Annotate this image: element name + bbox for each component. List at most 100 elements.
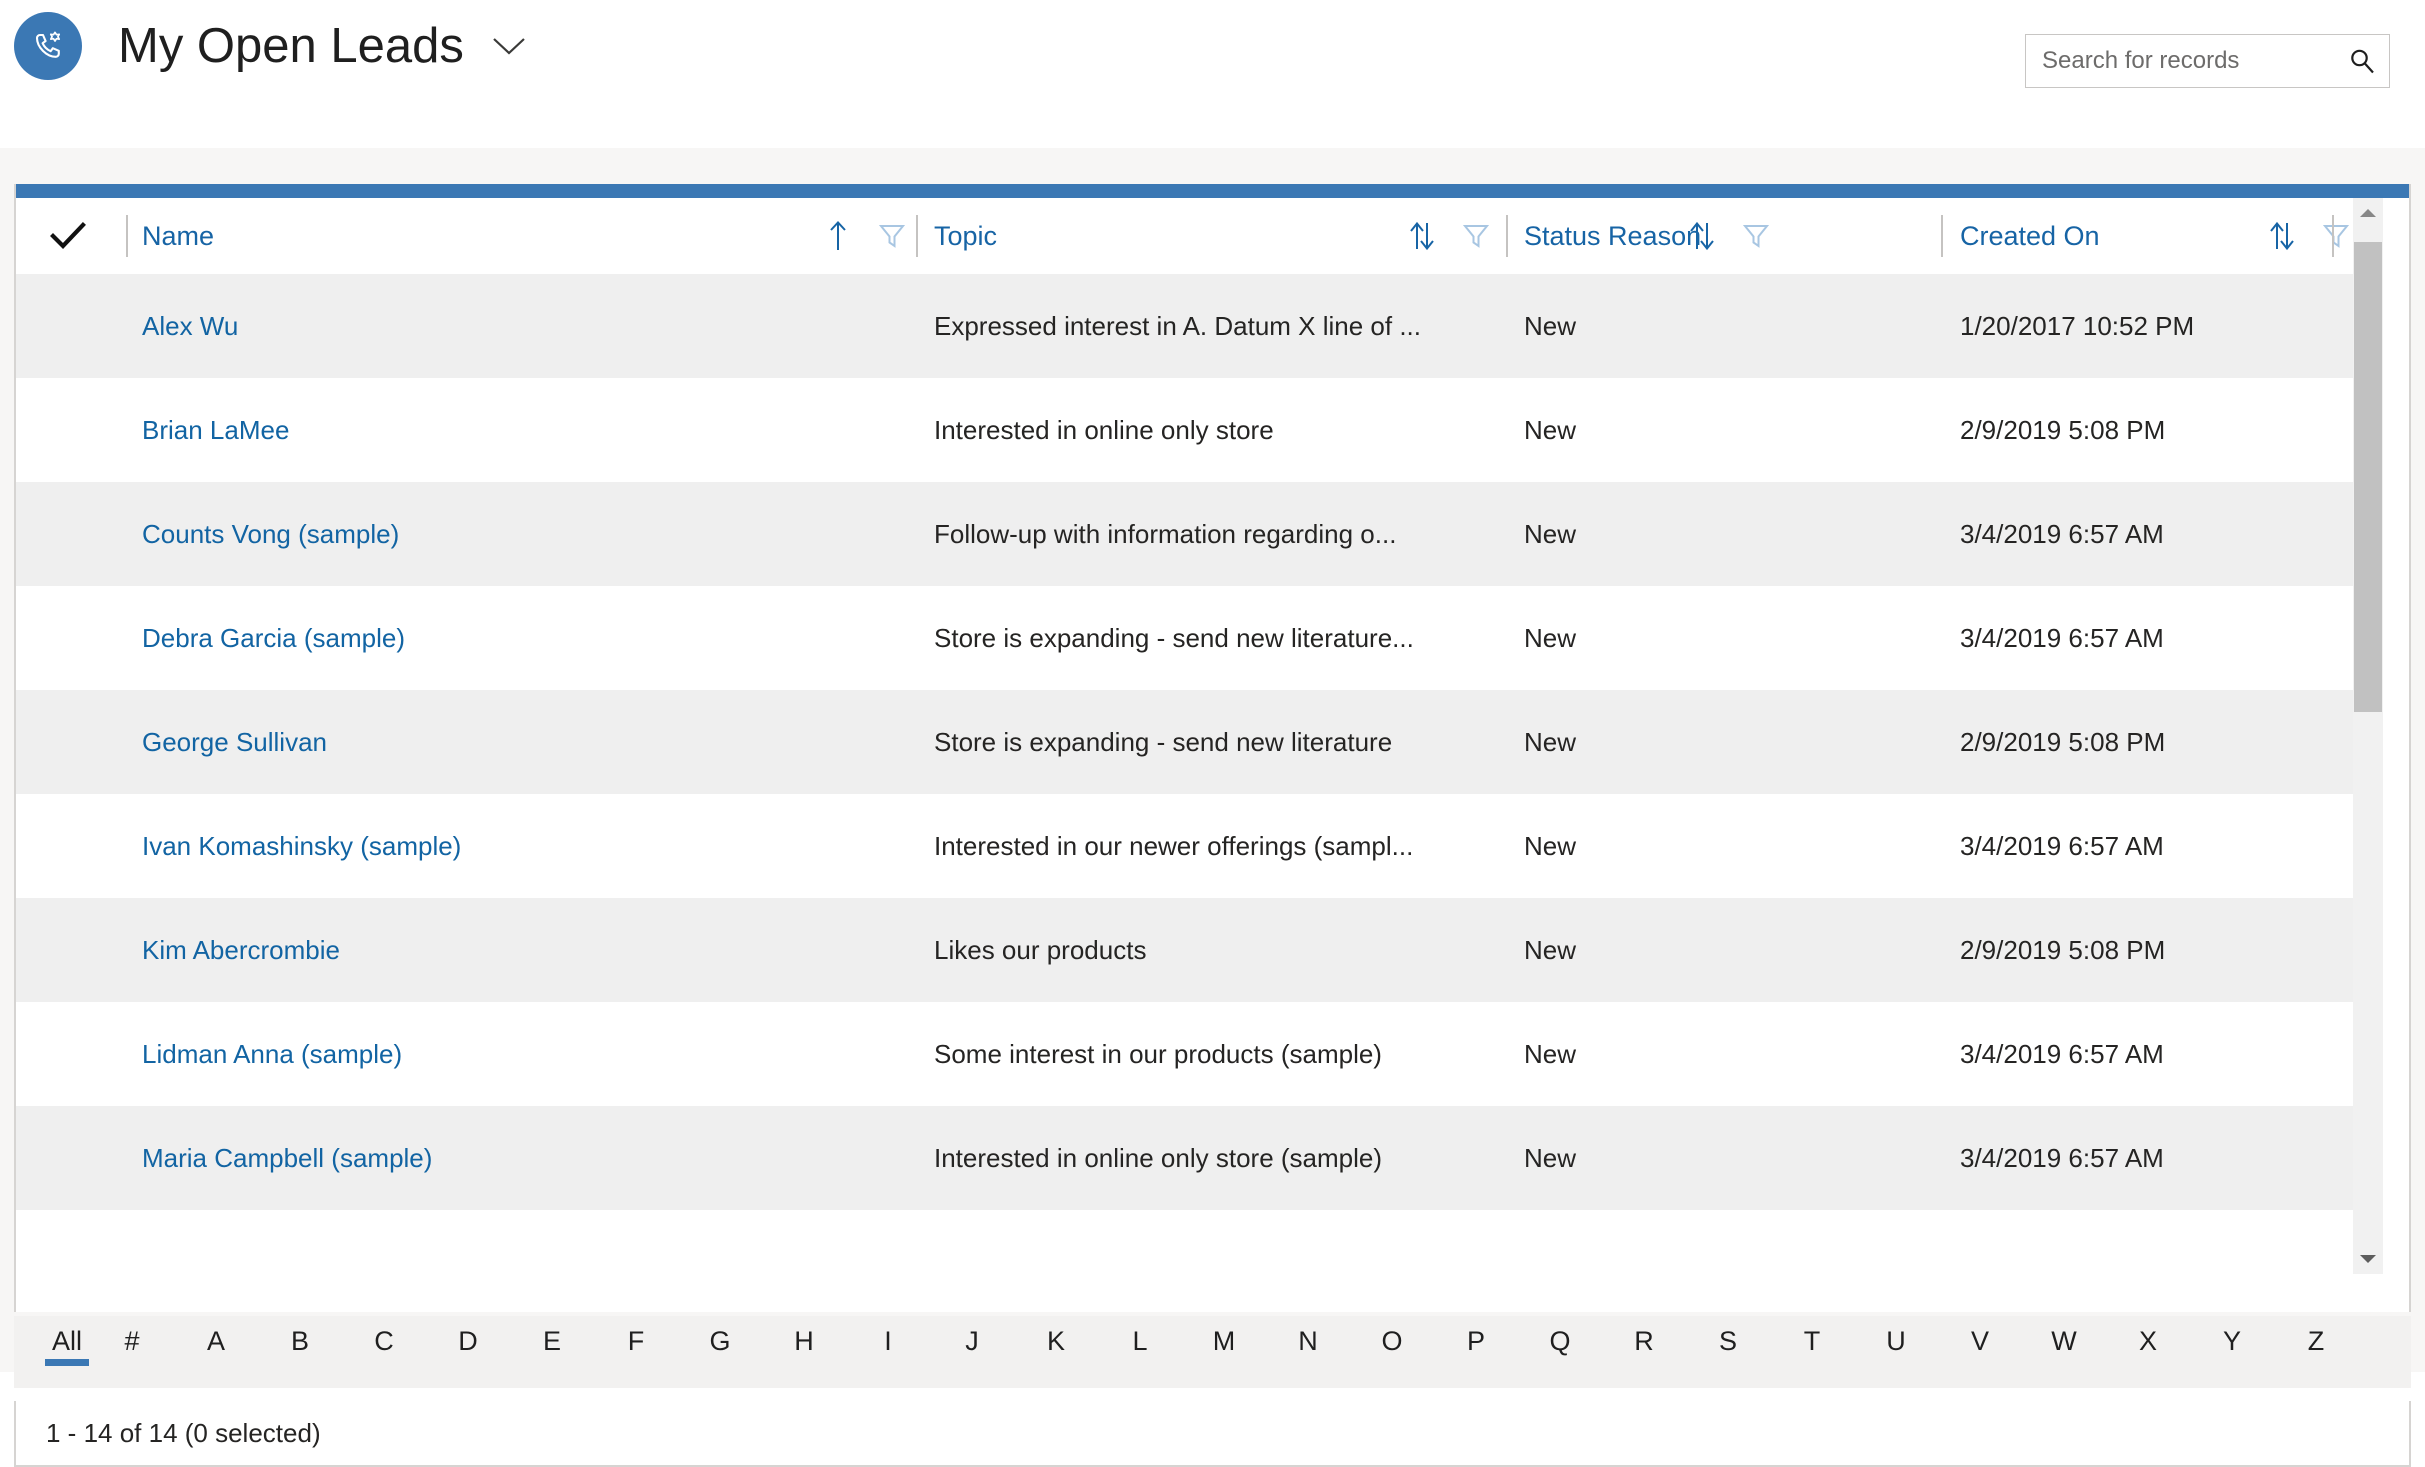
record-link[interactable]: Alex Wu — [142, 311, 238, 342]
alpha-filter-label: O — [1381, 1326, 1403, 1356]
alpha-filter-x[interactable]: X — [2106, 1316, 2190, 1357]
sort-unsorted-icon[interactable] — [2266, 218, 2298, 254]
filter-icon[interactable] — [1460, 218, 1492, 254]
cell-created-on: 3/4/2019 6:57 AM — [1960, 1142, 2164, 1173]
search-input[interactable] — [2026, 35, 2335, 87]
alpha-filter-t[interactable]: T — [1770, 1316, 1854, 1357]
alpha-filter-label: Z — [2307, 1326, 2325, 1356]
filter-icon[interactable] — [2320, 218, 2352, 254]
alpha-filter-label: M — [1212, 1326, 1236, 1356]
record-link[interactable]: George Sullivan — [142, 727, 327, 758]
filter-icon[interactable] — [876, 218, 908, 254]
column-header-status-reason-label[interactable]: Status Reason — [1524, 221, 1701, 252]
sort-ascending-icon[interactable] — [822, 218, 854, 254]
cell-created-on: 2/9/2019 5:08 PM — [1960, 726, 2166, 757]
cell-name: Lidman Anna (sample) — [142, 1002, 932, 1106]
cell-created-on: 3/4/2019 6:57 AM — [1960, 518, 2164, 549]
alpha-filter-s[interactable]: S — [1686, 1316, 1770, 1357]
alpha-filter-label: R — [1634, 1326, 1654, 1356]
sort-unsorted-icon[interactable] — [1686, 218, 1718, 254]
alpha-filter-label: D — [458, 1326, 478, 1356]
alpha-filter-k[interactable]: K — [1014, 1316, 1098, 1357]
alpha-filter-d[interactable]: D — [426, 1316, 510, 1357]
cell-topic: Follow-up with information regarding o..… — [934, 518, 1397, 549]
cell-name: Kim Abercrombie — [142, 898, 932, 1002]
alpha-filter-j[interactable]: J — [930, 1316, 1014, 1357]
cell-topic: Interested in online only store (sample) — [934, 1142, 1383, 1173]
record-link[interactable]: Debra Garcia (sample) — [142, 623, 405, 654]
record-link[interactable]: Brian LaMee — [142, 415, 289, 446]
record-count-status: 1 - 14 of 14 (0 selected) — [46, 1417, 321, 1448]
lead-phone-icon — [14, 12, 82, 80]
alpha-filter-label: B — [290, 1326, 309, 1356]
record-link[interactable]: Ivan Komashinsky (sample) — [142, 831, 461, 862]
table-row[interactable]: George Sullivan Store is expanding - send… — [16, 690, 2358, 794]
table-row[interactable]: Alex Wu Expressed interest in A. Datum X … — [16, 274, 2358, 378]
record-link[interactable]: Maria Campbell (sample) — [142, 1143, 432, 1174]
alpha-filter-u[interactable]: U — [1854, 1316, 1938, 1357]
cell-created-on: 3/4/2019 6:57 AM — [1960, 1038, 2164, 1069]
filter-icon[interactable] — [1740, 218, 1772, 254]
alpha-filter-label: Q — [1549, 1326, 1571, 1356]
alpha-filter-h[interactable]: H — [762, 1316, 846, 1357]
app-header: My Open Leads — [0, 0, 2425, 148]
alpha-filter-label: P — [1466, 1326, 1485, 1356]
record-link[interactable]: Lidman Anna (sample) — [142, 1039, 402, 1070]
alpha-filter-b[interactable]: B — [258, 1316, 342, 1357]
column-header-name-label[interactable]: Name — [142, 221, 214, 252]
grid-vertical-scrollbar[interactable] — [2353, 198, 2383, 1274]
search-box[interactable] — [2025, 34, 2390, 88]
alpha-filter-a[interactable]: A — [174, 1316, 258, 1357]
column-header-status-reason[interactable]: Status Reason — [1524, 198, 1701, 274]
select-all-checkbox[interactable] — [40, 198, 96, 274]
alpha-filter-m[interactable]: M — [1182, 1316, 1266, 1357]
scrollbar-thumb[interactable] — [2354, 242, 2382, 712]
alpha-filter-all[interactable]: All — [44, 1316, 90, 1366]
column-header-created-on[interactable]: Created On — [1960, 198, 2100, 274]
table-row[interactable]: Maria Campbell (sample) Interested in onl… — [16, 1106, 2358, 1210]
alpha-filter-v[interactable]: V — [1938, 1316, 2022, 1357]
scroll-down-arrow-icon[interactable] — [2353, 1244, 2383, 1274]
cell-status-reason: New — [1524, 934, 1577, 965]
alpha-filter-hash[interactable]: # — [90, 1316, 174, 1357]
record-link[interactable]: Counts Vong (sample) — [142, 519, 399, 550]
alpha-filter-c[interactable]: C — [342, 1316, 426, 1357]
alpha-filter-l[interactable]: L — [1098, 1316, 1182, 1357]
column-header-topic-label[interactable]: Topic — [934, 221, 997, 252]
table-row[interactable]: Debra Garcia (sample) Store is expanding … — [16, 586, 2358, 690]
cell-topic: Interested in our newer offerings (sampl… — [934, 830, 1414, 861]
table-row[interactable]: Counts Vong (sample) Follow-up with infor… — [16, 482, 2358, 586]
search-icon[interactable] — [2335, 35, 2389, 87]
alpha-filter-n[interactable]: N — [1266, 1316, 1350, 1357]
alpha-filter-q[interactable]: Q — [1518, 1316, 1602, 1357]
record-link[interactable]: Kim Abercrombie — [142, 935, 340, 966]
alpha-filter-f[interactable]: F — [594, 1316, 678, 1357]
table-row[interactable]: Ivan Komashinsky (sample) Interested in o… — [16, 794, 2358, 898]
column-header-topic[interactable]: Topic — [934, 198, 997, 274]
alpha-filter-e[interactable]: E — [510, 1316, 594, 1357]
grid-region: Name Topic Status Reason Created On Alex… — [0, 148, 2425, 1467]
table-row[interactable]: Brian LaMee Interested in online only sto… — [16, 378, 2358, 482]
grid-column-header-row: Name Topic Status Reason Created On — [16, 198, 2409, 274]
column-header-created-on-label[interactable]: Created On — [1960, 221, 2100, 252]
scroll-up-arrow-icon[interactable] — [2353, 198, 2383, 228]
table-row[interactable]: Kim Abercrombie Likes our products New 2/9/… — [16, 898, 2358, 1002]
table-row[interactable]: Lidman Anna (sample) Some interest in our… — [16, 1002, 2358, 1106]
alphabet-filter-bar: All # A B C D E F G H I J K L M N O P Q R S T U V W X Y Z — [14, 1316, 2411, 1388]
alpha-filter-p[interactable]: P — [1434, 1316, 1518, 1357]
alpha-filter-r[interactable]: R — [1602, 1316, 1686, 1357]
alpha-filter-y[interactable]: Y — [2190, 1316, 2274, 1357]
alpha-filter-o[interactable]: O — [1350, 1316, 1434, 1357]
cell-status-reason: New — [1524, 1038, 1577, 1069]
page-title: My Open Leads — [118, 18, 464, 73]
alpha-filter-z[interactable]: Z — [2274, 1316, 2358, 1357]
cell-topic: Interested in online only store — [934, 414, 1274, 445]
column-header-name[interactable]: Name — [142, 198, 214, 274]
column-divider — [126, 215, 128, 257]
alpha-filter-i[interactable]: I — [846, 1316, 930, 1357]
alpha-filter-w[interactable]: W — [2022, 1316, 2106, 1357]
alpha-filter-g[interactable]: G — [678, 1316, 762, 1357]
chevron-down-icon[interactable] — [492, 29, 526, 63]
cell-status-reason: New — [1524, 310, 1577, 341]
sort-unsorted-icon[interactable] — [1406, 218, 1438, 254]
